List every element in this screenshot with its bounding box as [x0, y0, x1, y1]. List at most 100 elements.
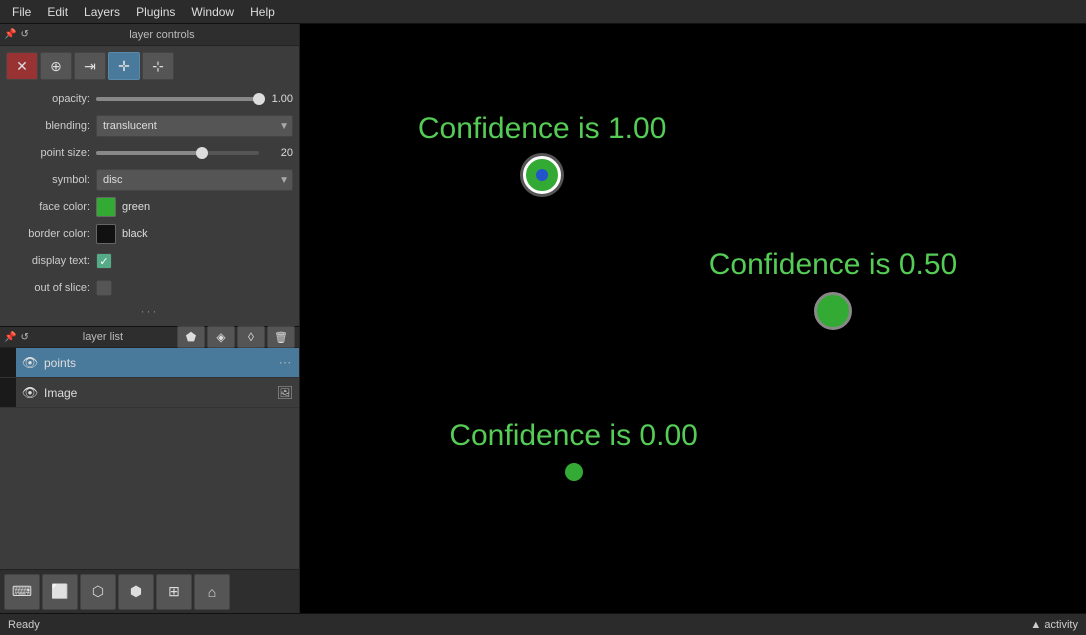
layer-controls-header: 📌 ↺ layer controls	[0, 24, 299, 46]
symbol-row: symbol: disc circle square ▼	[6, 169, 293, 191]
confidence-0-0-label: Confidence is 0.00	[449, 419, 698, 453]
confidence-0-0-group: Confidence is 0.00	[449, 419, 698, 481]
layer-list-header: 📌 ↺ layer list ⬟ ◈ ◊ 🗑	[0, 326, 299, 348]
layer-list-tools: ⬟ ◈ ◊ 🗑	[177, 326, 295, 348]
dots-separator: ···	[6, 304, 293, 318]
status-ready: Ready	[8, 619, 40, 631]
menu-window[interactable]: Window	[183, 3, 242, 21]
close-button[interactable]: ✕	[6, 52, 38, 80]
square-button[interactable]: ⬜	[42, 574, 78, 610]
symbol-select[interactable]: disc circle square	[96, 169, 293, 191]
point-size-row: point size: 20	[6, 142, 293, 164]
move-icon: ✛	[118, 58, 130, 75]
menubar: File Edit Layers Plugins Window Help	[0, 0, 1086, 24]
header-icons: 📌 ↺	[4, 29, 29, 40]
opacity-value: 1.00	[263, 93, 293, 105]
blending-select[interactable]: translucent opaque additive	[96, 115, 293, 137]
point-size-track	[96, 151, 202, 155]
image-layer-name: Image	[44, 386, 271, 400]
symbol-control: disc circle square ▼	[96, 169, 293, 191]
menu-file[interactable]: File	[4, 3, 39, 21]
point-size-value: 20	[263, 147, 293, 159]
confidence-1-inner	[536, 169, 548, 181]
terminal-icon: ⌨	[12, 583, 32, 600]
confidence-1-label: Confidence is 1.00	[418, 112, 667, 146]
shapes-tool-button[interactable]: ◈	[207, 326, 235, 348]
confidence-1-group: Confidence is 1.00	[418, 112, 667, 194]
out-of-slice-label: out of slice:	[6, 282, 96, 294]
display-text-checkbox[interactable]: ✓	[96, 253, 112, 269]
select-icon: ⊹	[152, 58, 164, 75]
add-icon: ⊕	[50, 58, 62, 75]
blending-label: blending:	[6, 120, 96, 132]
image-visibility-toggle[interactable]: 👁	[16, 378, 44, 407]
confidence-0-5-label: Confidence is 0.50	[709, 248, 958, 282]
display-text-row: display text: ✓	[6, 250, 293, 272]
display-text-control: ✓	[96, 253, 293, 269]
terminal-button[interactable]: ⌨	[4, 574, 40, 610]
labels-tool-button[interactable]: ◊	[237, 326, 265, 348]
image-color-strip	[0, 378, 16, 407]
bottom-toolbar: ⌨ ⬜ ⬡ ⬢ ⊞ ⌂	[0, 569, 299, 613]
box3d-icon: ⬡	[92, 583, 104, 600]
box3d-open-button[interactable]: ⬢	[118, 574, 154, 610]
blending-row: blending: translucent opaque additive ▼	[6, 115, 293, 137]
point-size-slider[interactable]	[96, 151, 259, 155]
pin-icon-2: 📌	[4, 332, 16, 343]
main-content: 📌 ↺ layer controls ✕ ⊕ ⇥ ✛ ⊹	[0, 24, 1086, 613]
confidence-0-5-group: Confidence is 0.50	[709, 248, 958, 330]
grid-icon: ⊞	[168, 583, 180, 600]
face-color-label: face color:	[6, 201, 96, 213]
confidence-0-5-inner	[827, 305, 839, 317]
out-of-slice-checkbox[interactable]	[96, 280, 112, 296]
point-size-thumb[interactable]	[196, 147, 208, 159]
layer-item-points[interactable]: 👁 points ⋯	[0, 348, 299, 378]
confidence-0-0-point	[565, 463, 583, 481]
layer-list: 👁 points ⋯ 👁 Image 🖼	[0, 348, 299, 569]
confidence-1-point	[523, 156, 561, 194]
opacity-row: opacity: 1.00	[6, 88, 293, 110]
controls-toolbar: ✕ ⊕ ⇥ ✛ ⊹	[6, 52, 293, 80]
delete-layer-button[interactable]: 🗑	[267, 326, 295, 348]
opacity-track	[96, 97, 259, 101]
border-color-row: border color: black	[6, 223, 293, 245]
activity-arrow-icon: ▲	[1030, 619, 1044, 631]
points-color-strip	[0, 348, 16, 377]
canvas-area[interactable]: Confidence is 1.00 Confidence is 0.50 Co…	[300, 24, 1086, 613]
opacity-control: 1.00	[96, 93, 293, 105]
points-visibility-toggle[interactable]: 👁	[16, 348, 44, 377]
menu-edit[interactable]: Edit	[39, 3, 76, 21]
layer-controls-title: layer controls	[29, 29, 295, 41]
activity-label[interactable]: ▲ activity	[1030, 619, 1078, 631]
box3d-button[interactable]: ⬡	[80, 574, 116, 610]
border-color-label: border color:	[6, 228, 96, 240]
select-button[interactable]: ⊹	[142, 52, 174, 80]
home-button[interactable]: ⌂	[194, 574, 230, 610]
menu-help[interactable]: Help	[242, 3, 283, 21]
menu-plugins[interactable]: Plugins	[128, 3, 183, 21]
add-button[interactable]: ⊕	[40, 52, 72, 80]
opacity-slider[interactable]	[96, 97, 259, 101]
move-button[interactable]: ✛	[108, 52, 140, 80]
points-layer-name: points	[44, 356, 271, 370]
grid-button[interactable]: ⊞	[156, 574, 192, 610]
layer-item-image[interactable]: 👁 Image 🖼	[0, 378, 299, 408]
confidence-0-5-point	[814, 292, 852, 330]
menu-layers[interactable]: Layers	[76, 3, 128, 21]
image-layer-icon: 🖼	[271, 378, 299, 407]
border-color-name: black	[122, 228, 148, 240]
point-size-control: 20	[96, 147, 293, 159]
face-color-swatch[interactable]	[96, 197, 116, 217]
controls-area: ✕ ⊕ ⇥ ✛ ⊹ opacity:	[0, 46, 299, 326]
box3d-open-icon: ⬢	[130, 583, 142, 600]
border-color-swatch[interactable]	[96, 224, 116, 244]
square-icon: ⬜	[51, 583, 68, 600]
border-color-control: black	[96, 224, 293, 244]
layer-list-title: layer list	[29, 331, 177, 343]
points-tool-button[interactable]: ⬟	[177, 326, 205, 348]
filter-button[interactable]: ⇥	[74, 52, 106, 80]
opacity-thumb[interactable]	[253, 93, 265, 105]
statusbar: Ready ▲ activity	[0, 613, 1086, 635]
filter-icon: ⇥	[84, 58, 96, 75]
face-color-name: green	[122, 201, 150, 213]
